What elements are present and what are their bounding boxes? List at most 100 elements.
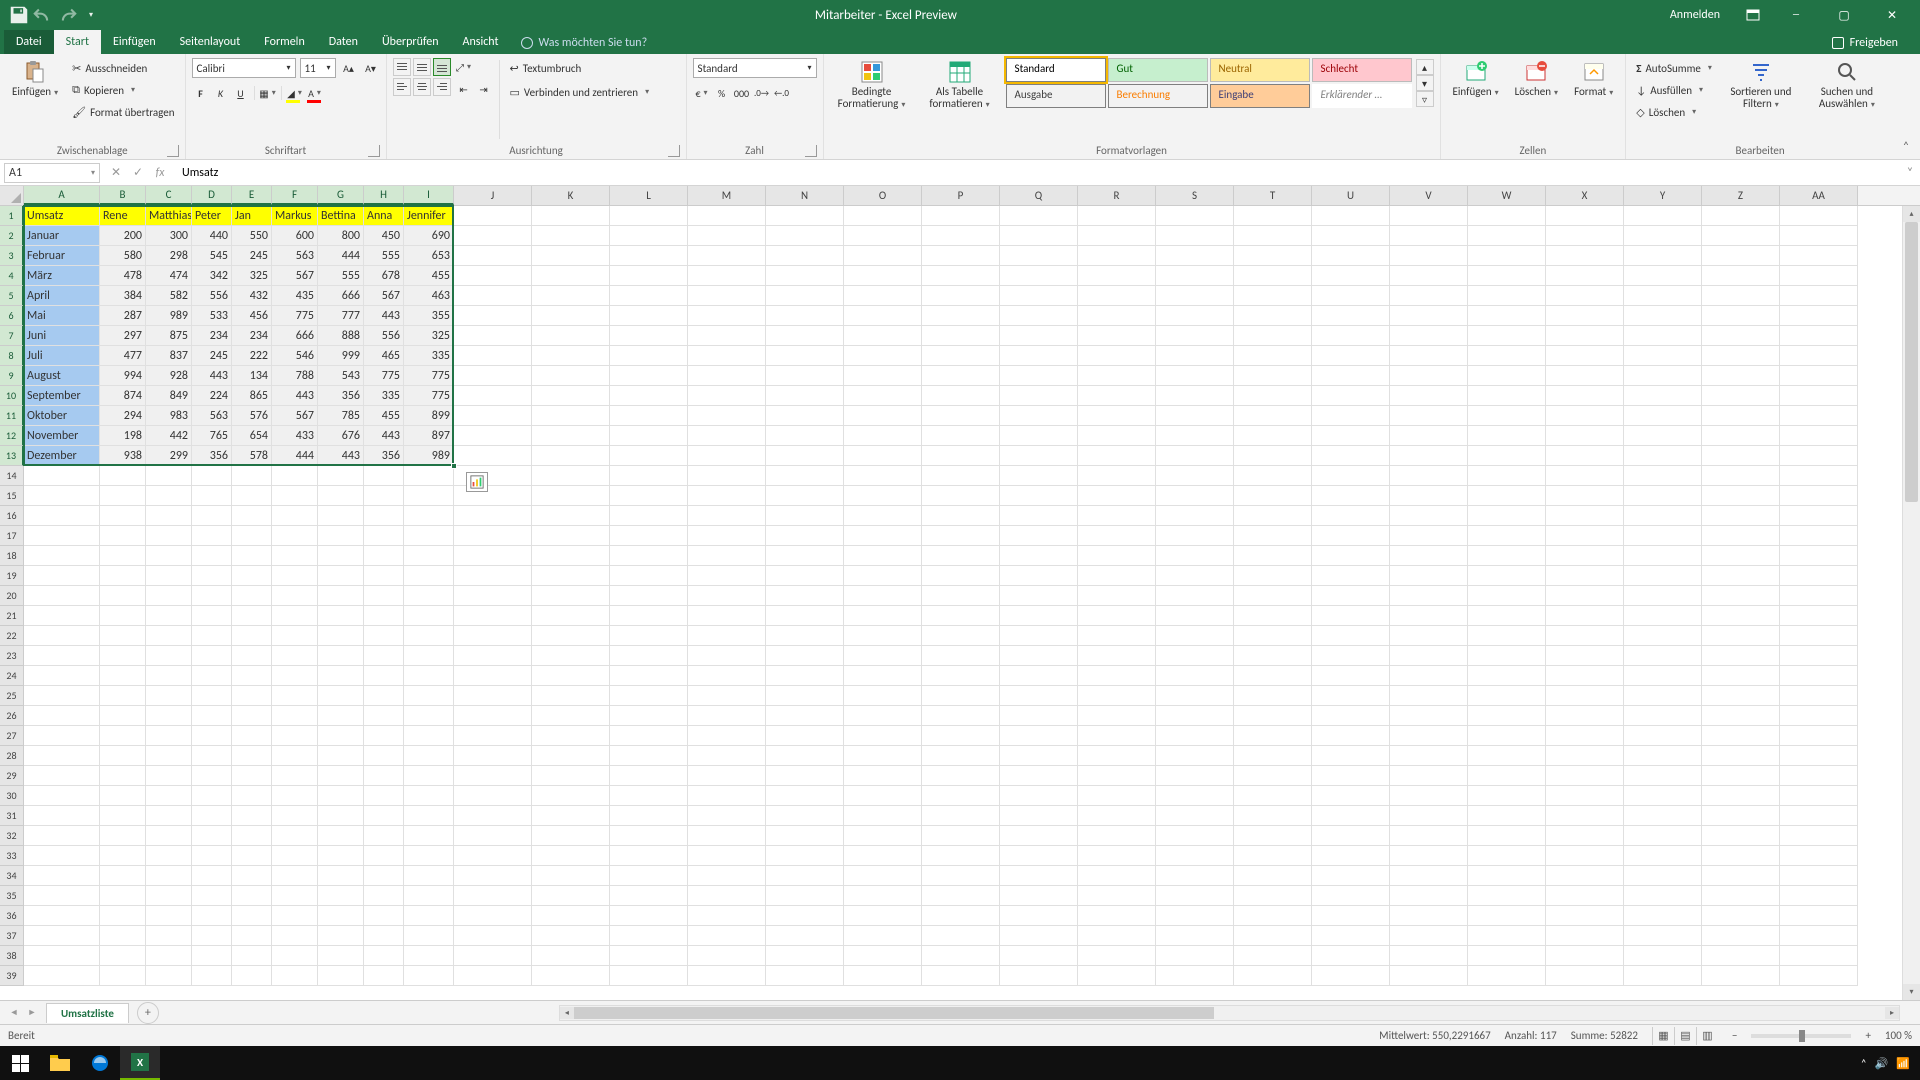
align-right-button[interactable] [433,78,451,96]
row-header[interactable]: 7 [0,326,24,346]
cell[interactable]: 342 [192,266,232,286]
row-header[interactable]: 12 [0,426,24,446]
normal-view-icon[interactable]: ▦ [1652,1027,1674,1045]
row-header[interactable]: 17 [0,526,24,546]
cell[interactable] [1312,686,1390,706]
cell[interactable] [688,506,766,526]
cell[interactable] [404,666,454,686]
cell[interactable] [318,646,364,666]
wrap-text-button[interactable]: ↩Textumbruch [506,58,654,78]
cell[interactable] [1468,466,1546,486]
cell[interactable] [454,926,532,946]
cell[interactable] [404,646,454,666]
insert-cells-button[interactable]: Einfügen [1447,58,1505,100]
cell[interactable]: 222 [232,346,272,366]
cell[interactable] [1078,746,1156,766]
cell[interactable] [610,706,688,726]
cell[interactable] [1702,486,1780,506]
cell[interactable] [922,766,1000,786]
cell[interactable] [1000,646,1078,666]
cell[interactable] [192,526,232,546]
cell[interactable] [1780,306,1858,326]
cell[interactable] [1000,586,1078,606]
cell[interactable] [532,306,610,326]
cell[interactable] [766,506,844,526]
cell[interactable] [454,346,532,366]
cell[interactable] [1312,506,1390,526]
clear-button[interactable]: ◇Löschen [1632,102,1716,122]
cell[interactable] [1780,566,1858,586]
align-top-button[interactable] [393,58,411,76]
cell[interactable] [364,586,404,606]
cell[interactable] [272,486,318,506]
cell[interactable] [1390,406,1468,426]
orientation-button[interactable]: ⤢ [455,58,473,76]
cell[interactable] [192,966,232,986]
cell[interactable] [844,906,922,926]
cell[interactable] [192,506,232,526]
cell[interactable] [610,886,688,906]
cell[interactable] [404,606,454,626]
cell[interactable] [1156,206,1234,226]
cell[interactable] [1312,786,1390,806]
cell[interactable] [24,466,100,486]
cell[interactable] [1156,966,1234,986]
cell[interactable] [1000,506,1078,526]
cell[interactable]: 474 [146,266,192,286]
cell[interactable] [364,726,404,746]
cell[interactable] [318,906,364,926]
redo-icon[interactable] [56,4,78,26]
cell[interactable]: Jan [232,206,272,226]
cell[interactable] [1078,326,1156,346]
cell[interactable] [532,646,610,666]
cell[interactable]: 450 [364,226,404,246]
cell[interactable] [1702,866,1780,886]
row-header[interactable]: 16 [0,506,24,526]
cell[interactable] [844,466,922,486]
column-header[interactable]: F [272,186,318,205]
cell[interactable] [1468,806,1546,826]
cell[interactable] [272,866,318,886]
cell[interactable] [364,666,404,686]
cell[interactable] [1468,326,1546,346]
cell[interactable] [688,586,766,606]
cell[interactable] [1000,726,1078,746]
cell[interactable] [100,486,146,506]
cell[interactable] [454,426,532,446]
cell[interactable]: 666 [318,286,364,306]
cell[interactable] [146,526,192,546]
cell[interactable] [1156,746,1234,766]
cell[interactable] [272,686,318,706]
cell[interactable] [1234,546,1312,566]
cell[interactable] [1702,526,1780,546]
cell[interactable] [1312,346,1390,366]
cell[interactable] [1546,866,1624,886]
row-header[interactable]: 36 [0,906,24,926]
cell[interactable] [1156,286,1234,306]
cell[interactable] [318,726,364,746]
copy-button[interactable]: ⧉Kopieren [68,80,178,100]
cell[interactable] [1390,646,1468,666]
cell[interactable] [922,326,1000,346]
cell[interactable] [610,606,688,626]
enter-formula-icon[interactable]: ✓ [128,163,148,183]
cell[interactable] [1780,726,1858,746]
cell[interactable]: 567 [364,286,404,306]
cell[interactable] [146,506,192,526]
cell[interactable] [1390,606,1468,626]
cell[interactable] [1624,886,1702,906]
cell[interactable] [146,746,192,766]
cell[interactable] [364,466,404,486]
cell[interactable]: 287 [100,306,146,326]
cell[interactable] [1546,526,1624,546]
cell[interactable] [232,766,272,786]
cell[interactable] [1468,746,1546,766]
cell[interactable] [1702,726,1780,746]
cell[interactable] [1624,206,1702,226]
cell[interactable]: 435 [272,286,318,306]
styles-scroll-down-icon[interactable]: ▾ [1416,75,1434,91]
cell[interactable] [1156,566,1234,586]
cell[interactable] [272,786,318,806]
cell[interactable] [1702,446,1780,466]
cell[interactable] [100,906,146,926]
